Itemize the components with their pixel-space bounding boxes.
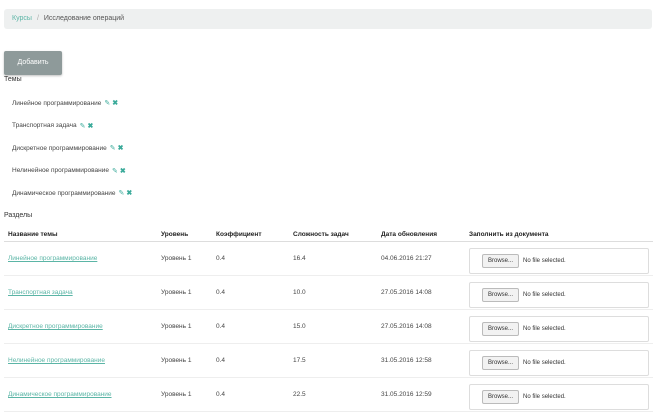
column-header-level: Уровень (157, 227, 212, 242)
browse-button[interactable]: Browse... (482, 253, 520, 268)
edit-pencil-icon[interactable]: ✎ (112, 167, 118, 175)
sections-table: Название темы Уровень Коэффициент Сложно… (4, 227, 653, 412)
table-row: Дискретное программирование Уровень 1 0.… (4, 309, 653, 344)
add-button[interactable]: Добавить (4, 51, 62, 75)
edit-pencil-icon[interactable]: ✎ (104, 99, 110, 107)
section-updated-date: 04.06.2016 21:27 (377, 241, 465, 276)
table-header-row: Название темы Уровень Коэффициент Сложно… (4, 227, 653, 242)
topic-item: Нелинейное программирование ✎ ✖ (12, 160, 132, 183)
breadcrumb: Курсы / Исследование операций (4, 9, 652, 29)
topic-item: Дискретное программирование ✎ ✖ (12, 137, 132, 160)
section-level: Уровень 1 (157, 309, 212, 344)
section-difficulty: 15.0 (289, 309, 377, 344)
topic-name: Дискретное программирование (12, 144, 107, 152)
column-header-updated: Дата обновления (377, 227, 465, 242)
section-coefficient: 0.4 (212, 309, 289, 344)
topics-list: Линейное программирование ✎ ✖ Транспортн… (12, 92, 132, 205)
section-name-link[interactable]: Линейное программирование (8, 255, 97, 262)
section-coefficient: 0.4 (212, 241, 289, 276)
no-file-text: No file selected. (523, 325, 566, 332)
topics-label: Темы (4, 76, 22, 83)
section-level: Уровень 1 (157, 343, 212, 378)
no-file-text: No file selected. (523, 359, 566, 366)
breadcrumb-link-courses[interactable]: Курсы (12, 15, 32, 22)
column-header-coefficient: Коэффициент (212, 227, 289, 242)
browse-button[interactable]: Browse... (482, 355, 520, 370)
delete-x-icon[interactable]: ✖ (120, 167, 126, 175)
section-difficulty: 22.5 (289, 377, 377, 412)
column-header-fill-from-document: Заполнить из документа (465, 227, 653, 242)
edit-pencil-icon[interactable]: ✎ (110, 144, 116, 152)
topic-name: Нелинейное программирование (12, 167, 109, 175)
delete-x-icon[interactable]: ✖ (88, 122, 94, 130)
section-updated-date: 27.05.2016 14:08 (377, 275, 465, 310)
section-updated-date: 31.05.2016 12:59 (377, 377, 465, 412)
section-difficulty: 17.5 (289, 343, 377, 378)
browse-button[interactable]: Browse... (482, 321, 520, 336)
file-input: Browse... No file selected. (469, 247, 649, 274)
section-difficulty: 16.4 (289, 241, 377, 276)
topic-item: Динамическое программирование ✎ ✖ (12, 182, 132, 205)
edit-pencil-icon[interactable]: ✎ (80, 122, 86, 130)
section-level: Уровень 1 (157, 275, 212, 310)
column-header-difficulty: Сложность задач (289, 227, 377, 242)
section-name-link[interactable]: Транспортная задача (8, 289, 73, 296)
sections-label: Разделы (4, 212, 33, 219)
edit-pencil-icon[interactable]: ✎ (119, 189, 125, 197)
browse-button[interactable]: Browse... (482, 389, 520, 404)
no-file-text: No file selected. (523, 393, 566, 400)
section-updated-date: 31.05.2016 12:58 (377, 343, 465, 378)
section-level: Уровень 1 (157, 241, 212, 276)
table-row: Нелинейное программирование Уровень 1 0.… (4, 343, 653, 378)
section-name-link[interactable]: Дискретное программирование (8, 323, 103, 330)
file-input: Browse... No file selected. (469, 315, 649, 342)
topic-item: Транспортная задача ✎ ✖ (12, 115, 132, 138)
topic-name: Транспортная задача (12, 122, 77, 130)
section-coefficient: 0.4 (212, 275, 289, 310)
table-row: Линейное программирование Уровень 1 0.4 … (4, 241, 653, 276)
section-name-link[interactable]: Динамическое программирование (8, 391, 112, 398)
file-input: Browse... No file selected. (469, 281, 649, 308)
no-file-text: No file selected. (523, 257, 566, 264)
table-row: Динамическое программирование Уровень 1 … (4, 377, 653, 412)
file-input: Browse... No file selected. (469, 349, 649, 376)
breadcrumb-separator: / (36, 15, 39, 22)
topic-name: Линейное программирование (12, 99, 102, 107)
delete-x-icon[interactable]: ✖ (112, 99, 118, 107)
section-level: Уровень 1 (157, 377, 212, 412)
table-row: Транспортная задача Уровень 1 0.4 10.0 2… (4, 275, 653, 310)
delete-x-icon[interactable]: ✖ (126, 189, 132, 197)
section-updated-date: 27.05.2016 14:08 (377, 309, 465, 344)
no-file-text: No file selected. (523, 291, 566, 298)
topic-name: Динамическое программирование (12, 189, 116, 197)
breadcrumb-current: Исследование операций (43, 15, 125, 22)
section-difficulty: 10.0 (289, 275, 377, 310)
delete-x-icon[interactable]: ✖ (118, 144, 124, 152)
section-name-link[interactable]: Нелинейное программирование (8, 357, 105, 364)
column-header-name: Название темы (4, 227, 157, 242)
browse-button[interactable]: Browse... (482, 287, 520, 302)
section-coefficient: 0.4 (212, 377, 289, 412)
topic-item: Линейное программирование ✎ ✖ (12, 92, 132, 115)
section-coefficient: 0.4 (212, 343, 289, 378)
file-input: Browse... No file selected. (469, 383, 649, 410)
